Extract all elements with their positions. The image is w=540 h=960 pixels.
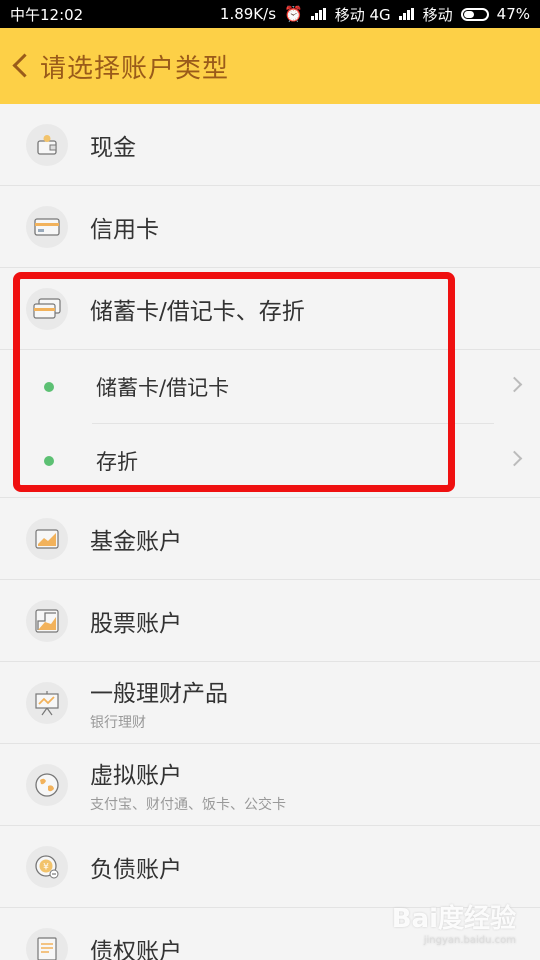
account-item-debit-group[interactable]: 储蓄卡/借记卡、存折: [0, 268, 540, 350]
account-type-list: 现金 信用卡 储蓄卡/借记卡、存折 储蓄卡/借记卡 存折 基金账户 股票账户 一…: [0, 104, 540, 960]
account-item-credit-card[interactable]: 信用卡: [0, 186, 540, 268]
svg-text:¥: ¥: [43, 862, 49, 872]
page-title: 请选择账户类型: [40, 53, 230, 84]
item-label: 信用卡: [90, 216, 159, 243]
item-subtitle: 银行理财: [90, 714, 146, 731]
back-chevron-icon[interactable]: [0, 28, 40, 104]
network-speed: 1.89K/s: [219, 5, 277, 23]
debit-group: 储蓄卡/借记卡、存折 储蓄卡/借记卡 存折: [0, 268, 540, 498]
sub-item-label: 储蓄卡/借记卡: [96, 376, 230, 400]
signal-icon-2: [398, 8, 415, 20]
item-label: 股票账户: [90, 610, 182, 637]
battery-icon: [460, 7, 489, 21]
credit-card-icon: [26, 205, 68, 248]
app-bar: 请选择账户类型: [0, 28, 540, 104]
battery-percent: 47%: [496, 5, 530, 23]
item-label: 债权账户: [90, 938, 182, 960]
wallet-icon: [26, 123, 68, 166]
watermark-url: jingyan.baidu.com: [423, 935, 516, 946]
chevron-right-icon: [506, 376, 523, 393]
carrier-2: 移动: [422, 5, 453, 24]
stock-chart-icon: [26, 599, 68, 642]
bullet-dot: [44, 455, 54, 466]
status-bar: 中午12:02 1.89K/s ⏰ 移动 4G 移动 47%: [0, 0, 540, 28]
watermark-text: Bai度经验: [391, 904, 516, 934]
item-label: 负债账户: [90, 856, 182, 883]
watermark: Bai度经验 jingyan.baidu.com: [392, 898, 516, 946]
alarm-icon: ⏰: [284, 5, 303, 23]
sub-item-label: 存折: [96, 449, 138, 474]
fund-chart-icon: [26, 517, 68, 560]
signal-icon: [310, 8, 327, 20]
account-item-fund[interactable]: 基金账户: [0, 498, 540, 580]
account-item-liability[interactable]: ¥ 负债账户: [0, 826, 540, 908]
item-label: 基金账户: [90, 528, 182, 555]
document-icon: [26, 927, 68, 960]
account-item-cash[interactable]: 现金: [0, 104, 540, 186]
account-item-financial-product[interactable]: 一般理财产品 银行理财: [0, 662, 540, 744]
status-time: 中午12:02: [10, 5, 84, 24]
yen-coin-icon: ¥: [26, 845, 68, 888]
globe-icon: [26, 763, 68, 806]
chevron-right-icon: [506, 450, 523, 467]
item-subtitle: 支付宝、财付通、饭卡、公交卡: [90, 796, 286, 813]
item-label: 一般理财产品: [90, 680, 228, 707]
account-item-virtual[interactable]: 虚拟账户 支付宝、财付通、饭卡、公交卡: [0, 744, 540, 826]
presentation-board-icon: [26, 681, 68, 724]
sub-item-debit-card[interactable]: 储蓄卡/借记卡: [0, 350, 540, 424]
sub-item-passbook[interactable]: 存折: [0, 424, 540, 498]
carrier-1: 移动 4G: [334, 5, 391, 24]
bullet-dot: [44, 382, 54, 392]
account-item-stock[interactable]: 股票账户: [0, 580, 540, 662]
item-label: 虚拟账户: [90, 762, 182, 789]
debit-cards-icon: [26, 287, 68, 330]
item-label: 现金: [90, 134, 136, 161]
item-label: 储蓄卡/借记卡、存折: [90, 298, 305, 325]
